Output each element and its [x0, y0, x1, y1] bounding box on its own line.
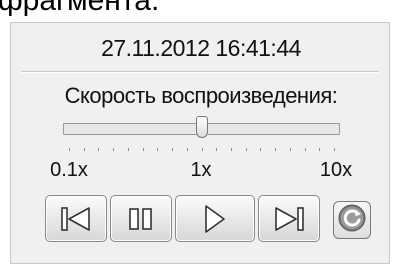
- slider-tick: [245, 148, 247, 151]
- caption-fragment: фрагмента.: [0, 0, 160, 17]
- timestamp: 27.11.2012 16:41:44: [101, 35, 301, 61]
- slider-tick: [230, 148, 232, 151]
- refresh-icon: [337, 203, 367, 238]
- slider-tick: [157, 148, 159, 151]
- refresh-button[interactable]: [333, 201, 371, 239]
- slider-tick: [113, 148, 115, 151]
- playback-panel: 27.11.2012 16:41:44 Скорость воспроизвед…: [10, 22, 390, 264]
- scale-mid-label: 1x: [190, 159, 212, 181]
- slider-tick: [201, 148, 203, 151]
- slider-tick: [127, 148, 129, 151]
- slider-tick: [216, 148, 218, 151]
- play-button[interactable]: [175, 195, 255, 242]
- scale-min-label: 0.1x: [50, 159, 88, 181]
- slider-tick: [289, 148, 291, 151]
- skip-start-icon: [60, 206, 92, 232]
- pause-button[interactable]: [110, 195, 172, 242]
- slider-tick: [334, 148, 335, 151]
- skip-end-icon: [273, 206, 305, 232]
- skip-to-start-button[interactable]: [45, 195, 107, 242]
- pause-icon: [126, 206, 156, 232]
- slider-tick: [142, 148, 144, 151]
- speed-label: Скорость воспроизведения:: [64, 83, 338, 108]
- slider-tick: [83, 148, 85, 151]
- slider-tick: [260, 148, 262, 151]
- slider-tick: [186, 148, 188, 151]
- divider: [21, 71, 379, 73]
- slider-tick: [172, 148, 174, 151]
- play-icon: [203, 204, 227, 234]
- slider-tick: [304, 148, 306, 151]
- slider-thumb[interactable]: [195, 116, 208, 138]
- skip-to-end-button[interactable]: [258, 195, 320, 242]
- scale-max-label: 10x: [319, 159, 353, 181]
- slider-tick: [319, 148, 321, 151]
- slider-tick: [98, 148, 100, 151]
- slider-tick: [275, 148, 277, 151]
- slider-tick: [69, 148, 70, 151]
